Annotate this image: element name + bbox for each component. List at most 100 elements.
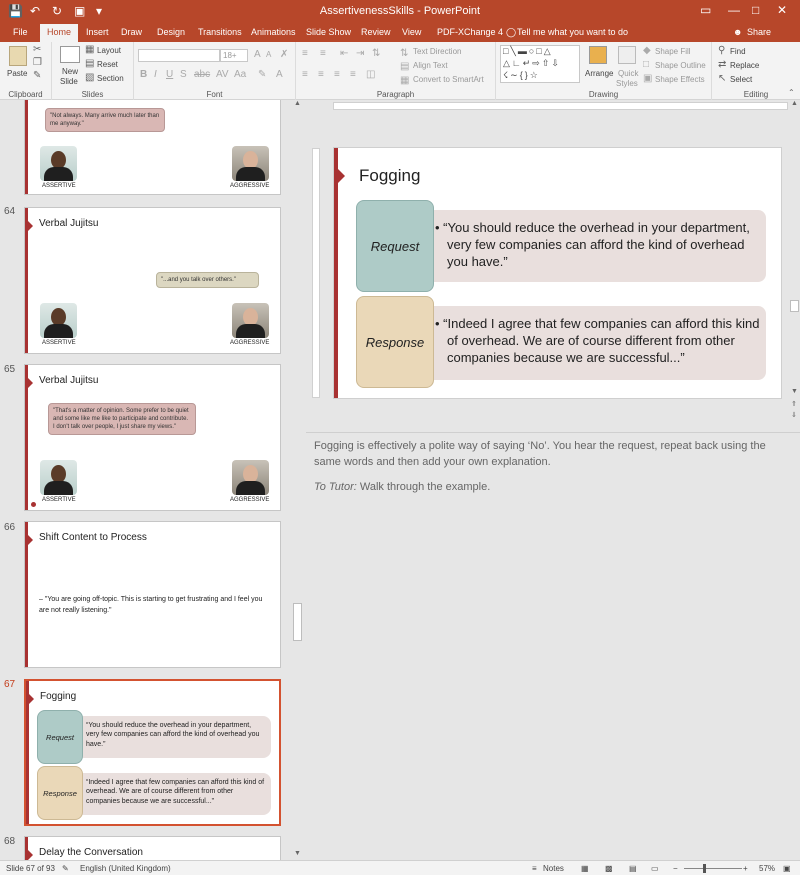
thumbnail-slide-65[interactable]: Verbal Jujitsu "That's a matter of opini… (24, 364, 281, 511)
slide-counter[interactable]: Slide 67 of 93 (6, 864, 55, 873)
zoom-out-icon[interactable]: − (673, 864, 678, 873)
quick-styles-button-line2[interactable]: Styles (616, 79, 638, 88)
shapes-row3-icon[interactable]: ☇∼{}☆ (503, 70, 540, 81)
tab-review[interactable]: Review (361, 27, 391, 37)
shapes-row2-icon[interactable]: △∟↵⇨⇧⇩ (503, 58, 561, 69)
justify-icon[interactable]: ≡ (350, 69, 356, 80)
italic-icon[interactable]: I (154, 69, 157, 80)
new-slide-icon[interactable] (60, 46, 80, 63)
reset-button[interactable]: Reset (97, 60, 118, 69)
notes-button[interactable]: Notes (543, 864, 564, 873)
decrease-font-icon[interactable]: A (266, 50, 271, 59)
zoom-level[interactable]: 57% (759, 864, 775, 873)
tab-insert[interactable]: Insert (86, 27, 109, 37)
paste-icon[interactable] (9, 46, 27, 66)
notes-pane[interactable]: Fogging is effectively a polite way of s… (306, 432, 800, 860)
align-right-icon[interactable]: ≡ (334, 69, 340, 80)
normal-view-icon[interactable]: ▦ (581, 864, 589, 873)
clear-formatting-icon[interactable]: ✗ (280, 49, 288, 60)
main-slide[interactable]: Fogging • “You should reduce the overhea… (333, 147, 782, 399)
replace-button[interactable]: Replace (730, 61, 759, 70)
columns-icon[interactable]: ◫ (366, 69, 375, 80)
find-button[interactable]: Find (730, 47, 746, 56)
minimize-button[interactable]: — (728, 3, 740, 17)
share-button[interactable]: Share (747, 27, 771, 37)
previous-slide-icon[interactable]: ⇑ (791, 400, 797, 408)
line-spacing-icon[interactable]: ⇅ (372, 48, 380, 59)
thumbnail-scrollbar[interactable]: ▲ ▼ (291, 100, 305, 860)
format-painter-icon[interactable]: ✎ (33, 70, 41, 81)
shapes-gallery[interactable]: □╲▬○□△ △∟↵⇨⇧⇩ ☇∼{}☆ (500, 45, 580, 83)
collapse-ribbon-icon[interactable]: ⌃ (788, 88, 795, 97)
tab-draw[interactable]: Draw (121, 27, 142, 37)
response-text-box[interactable]: • “Indeed I agree that few companies can… (426, 306, 766, 380)
scroll-up-icon[interactable]: ▲ (791, 100, 798, 107)
font-size-select[interactable]: 18+ (220, 49, 248, 62)
shapes-row1-icon[interactable]: □╲▬○□△ (503, 46, 553, 57)
response-box[interactable]: Response (356, 296, 434, 388)
bullets-icon[interactable]: ≡ (302, 48, 308, 59)
tab-view[interactable]: View (402, 27, 421, 37)
arrange-button[interactable]: Arrange (585, 69, 613, 78)
align-center-icon[interactable]: ≡ (318, 69, 324, 80)
char-spacing-icon[interactable]: AV (216, 69, 229, 80)
decrease-indent-icon[interactable]: ⇤ (340, 48, 348, 59)
tab-home[interactable]: Home (40, 24, 79, 42)
maximize-button[interactable]: □ (752, 3, 759, 17)
cut-icon[interactable]: ✂ (33, 44, 41, 55)
new-slide-button[interactable]: New (62, 67, 78, 76)
shape-outline-button[interactable]: Shape Outline (655, 61, 706, 70)
spellcheck-icon[interactable]: ✎ (62, 864, 69, 873)
slide-sorter-icon[interactable]: ▩ (605, 864, 613, 873)
tab-pdf-xchange[interactable]: PDF-XChange 4 (437, 27, 503, 37)
thumbnail-slide-67-selected[interactable]: Fogging “You should reduce the overhead … (24, 679, 281, 826)
thumbnail-slide-66[interactable]: Shift Content to Process – "You are goin… (24, 521, 281, 668)
request-text-box[interactable]: • “You should reduce the overhead in you… (426, 210, 766, 282)
section-button[interactable]: Section (97, 74, 124, 83)
shape-effects-button[interactable]: Shape Effects (655, 75, 705, 84)
thumbnail-slide-68[interactable]: Delay the Conversation (24, 836, 281, 860)
thumbnail-slide-64[interactable]: Verbal Jujitsu "...and you talk over oth… (24, 207, 281, 354)
tab-transitions[interactable]: Transitions (198, 27, 242, 37)
arrange-icon[interactable] (589, 46, 607, 64)
bold-icon[interactable]: B (140, 69, 147, 80)
close-button[interactable]: ✕ (777, 3, 787, 17)
reading-view-icon[interactable]: ▤ (629, 864, 637, 873)
change-case-icon[interactable]: Aa (234, 69, 246, 80)
select-button[interactable]: Select (730, 75, 752, 84)
align-left-icon[interactable]: ≡ (302, 69, 308, 80)
request-box[interactable]: Request (356, 200, 434, 292)
copy-icon[interactable]: ❐ (33, 57, 42, 68)
slide-thumbnail-pane[interactable]: "Not always. Many arrive much later than… (0, 100, 290, 860)
increase-indent-icon[interactable]: ⇥ (356, 48, 364, 59)
quick-styles-icon[interactable] (618, 46, 636, 64)
scroll-down-icon[interactable]: ▼ (791, 388, 798, 395)
tab-file[interactable]: File (13, 27, 28, 37)
quick-styles-button[interactable]: Quick (618, 69, 638, 78)
align-text-button[interactable]: Align Text (413, 61, 448, 70)
zoom-slider[interactable] (684, 868, 742, 869)
paste-button[interactable]: Paste (7, 69, 27, 78)
fit-to-window-icon[interactable]: ▣ (783, 864, 791, 873)
tell-me-search[interactable]: Tell me what you want to do (517, 27, 628, 37)
thumbnail-scroll-thumb[interactable] (293, 603, 302, 641)
shape-fill-button[interactable]: Shape Fill (655, 47, 691, 56)
text-direction-button[interactable]: Text Direction (413, 47, 461, 56)
language-indicator[interactable]: English (United Kingdom) (80, 864, 171, 873)
scroll-up-icon[interactable]: ▲ (294, 100, 301, 107)
thumbnail-slide-63[interactable]: "Not always. Many arrive much later than… (24, 100, 281, 195)
shadow-icon[interactable]: S (180, 69, 187, 80)
tab-design[interactable]: Design (157, 27, 185, 37)
zoom-slider-thumb[interactable] (703, 864, 706, 873)
increase-font-icon[interactable]: A (254, 49, 261, 60)
slide-vertical-scrollbar[interactable]: ▲ ▼ ⇑ ⇓ (789, 100, 800, 432)
strikethrough-icon[interactable]: abc (194, 69, 210, 80)
scroll-down-icon[interactable]: ▼ (294, 850, 301, 857)
slide-scroll-thumb[interactable] (790, 300, 799, 312)
next-slide-icon[interactable]: ⇓ (791, 411, 797, 419)
numbering-icon[interactable]: ≡ (320, 48, 326, 59)
new-slide-button-line2[interactable]: Slide (60, 77, 78, 86)
slide-show-icon[interactable]: ▭ (651, 864, 659, 873)
convert-smartart-button[interactable]: Convert to SmartArt (413, 75, 484, 84)
tab-slide-show[interactable]: Slide Show (306, 27, 351, 37)
